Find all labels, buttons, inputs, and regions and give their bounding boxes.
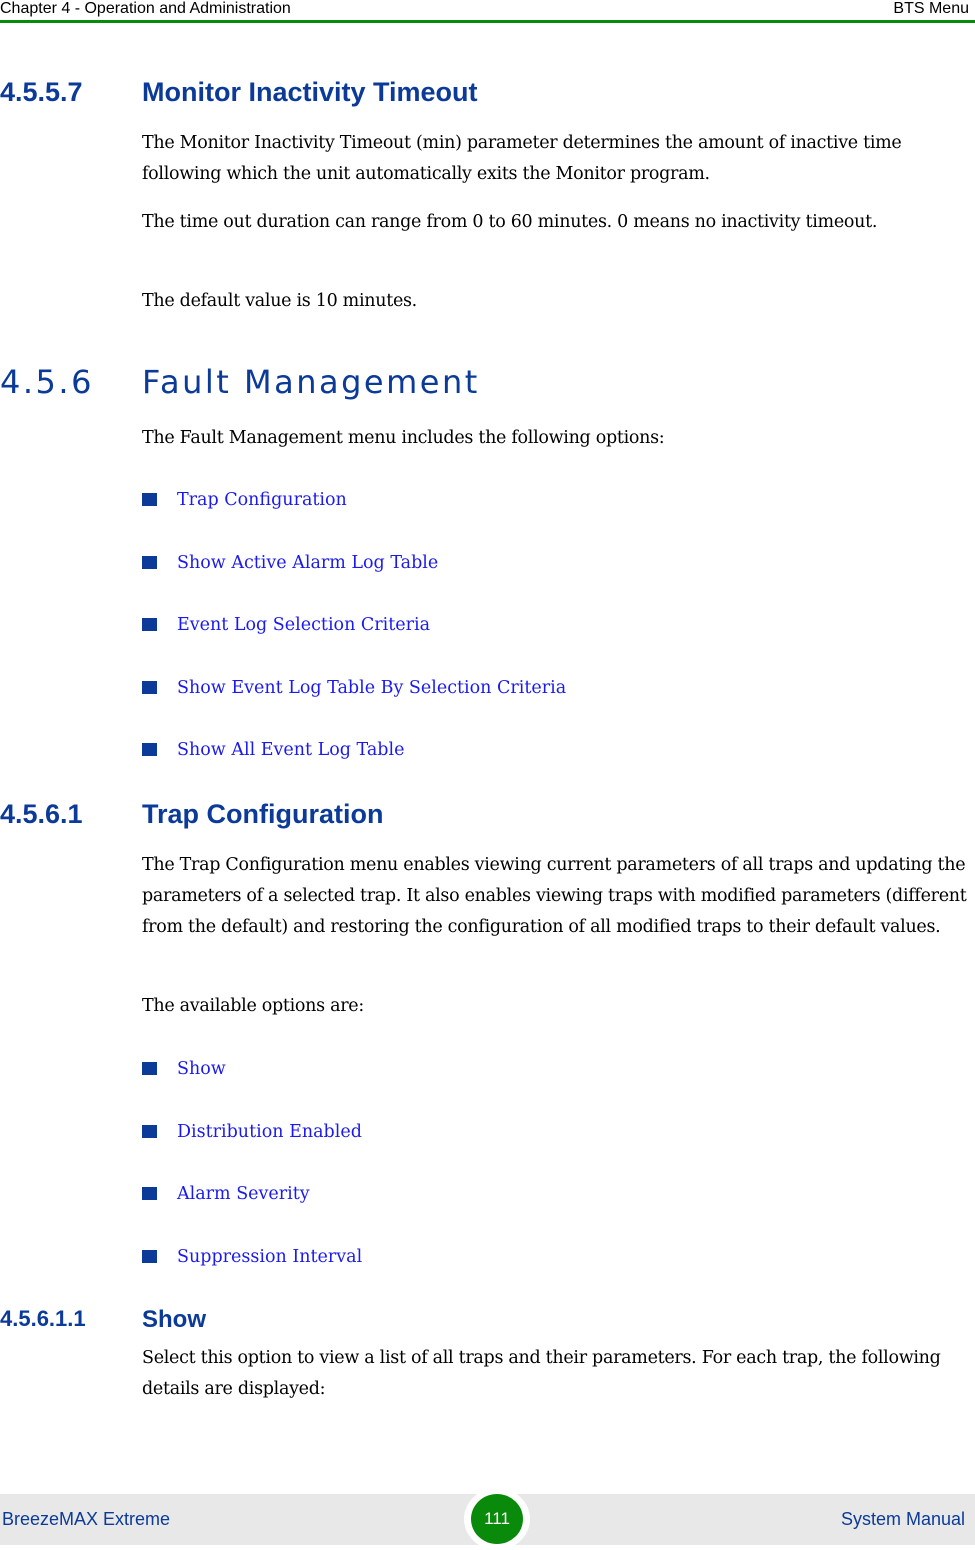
heading-title: Show	[142, 1306, 206, 1333]
bullet-square-icon	[142, 681, 157, 694]
paragraph: The available options are:	[142, 996, 364, 1016]
heading-title: Trap Configuration	[142, 799, 384, 829]
link-text[interactable]: Alarm Severity	[177, 1182, 310, 1206]
link-text[interactable]: Event Log Selection Criteria	[177, 613, 430, 637]
bullet-square-icon	[142, 1187, 157, 1200]
bullet-square-icon	[142, 618, 157, 631]
paragraph: The Fault Management menu includes the f…	[142, 428, 665, 448]
bullet-square-icon	[142, 1125, 157, 1138]
bullet-square-icon	[142, 556, 157, 569]
page-number-badge: 111	[464, 1488, 530, 1550]
heading-number: 4.5.6.1	[0, 799, 83, 829]
link-text[interactable]: Show Event Log Table By Selection Criter…	[177, 676, 566, 700]
bullet-square-icon	[142, 743, 157, 756]
page-header: Chapter 4 - Operation and Administration…	[0, 0, 975, 20]
product-name: BreezeMAX Extreme	[2, 1509, 171, 1529]
heading-number: 4.5.6	[0, 363, 94, 401]
link-text[interactable]: Show Active Alarm Log Table	[177, 551, 438, 575]
paragraph: The Trap Configuration menu enables view…	[142, 855, 967, 937]
document-type: System Manual	[840, 1509, 965, 1529]
header-divider	[0, 20, 975, 23]
paragraph: Select this option to view a list of all…	[142, 1348, 941, 1399]
link-text[interactable]: Distribution Enabled	[177, 1120, 362, 1144]
link-text[interactable]: Show All Event Log Table	[177, 738, 404, 762]
heading-number: 4.5.5.7	[0, 77, 83, 107]
bullet-square-icon	[142, 1062, 157, 1075]
chapter-title: Chapter 4 - Operation and Administration	[0, 0, 291, 17]
bullet-square-icon	[142, 493, 157, 506]
heading-title: Monitor Inactivity Timeout	[142, 77, 478, 107]
page-number: 111	[471, 1494, 523, 1544]
heading-title: Fault Management	[142, 363, 480, 401]
link-text[interactable]: Show	[177, 1057, 226, 1081]
paragraph: The time out duration can range from 0 t…	[142, 212, 878, 232]
link-text[interactable]: Trap Configuration	[177, 488, 347, 512]
link-text[interactable]: Suppression Interval	[177, 1245, 362, 1269]
bullet-square-icon	[142, 1250, 157, 1263]
page-footer: BreezeMAX Extreme 111 System Manual	[0, 1488, 975, 1550]
paragraph: The Monitor Inactivity Timeout (min) par…	[142, 133, 902, 184]
section-title: BTS Menu	[893, 0, 969, 17]
heading-number: 4.5.6.1.1	[0, 1306, 86, 1331]
paragraph: The default value is 10 minutes.	[142, 291, 417, 311]
